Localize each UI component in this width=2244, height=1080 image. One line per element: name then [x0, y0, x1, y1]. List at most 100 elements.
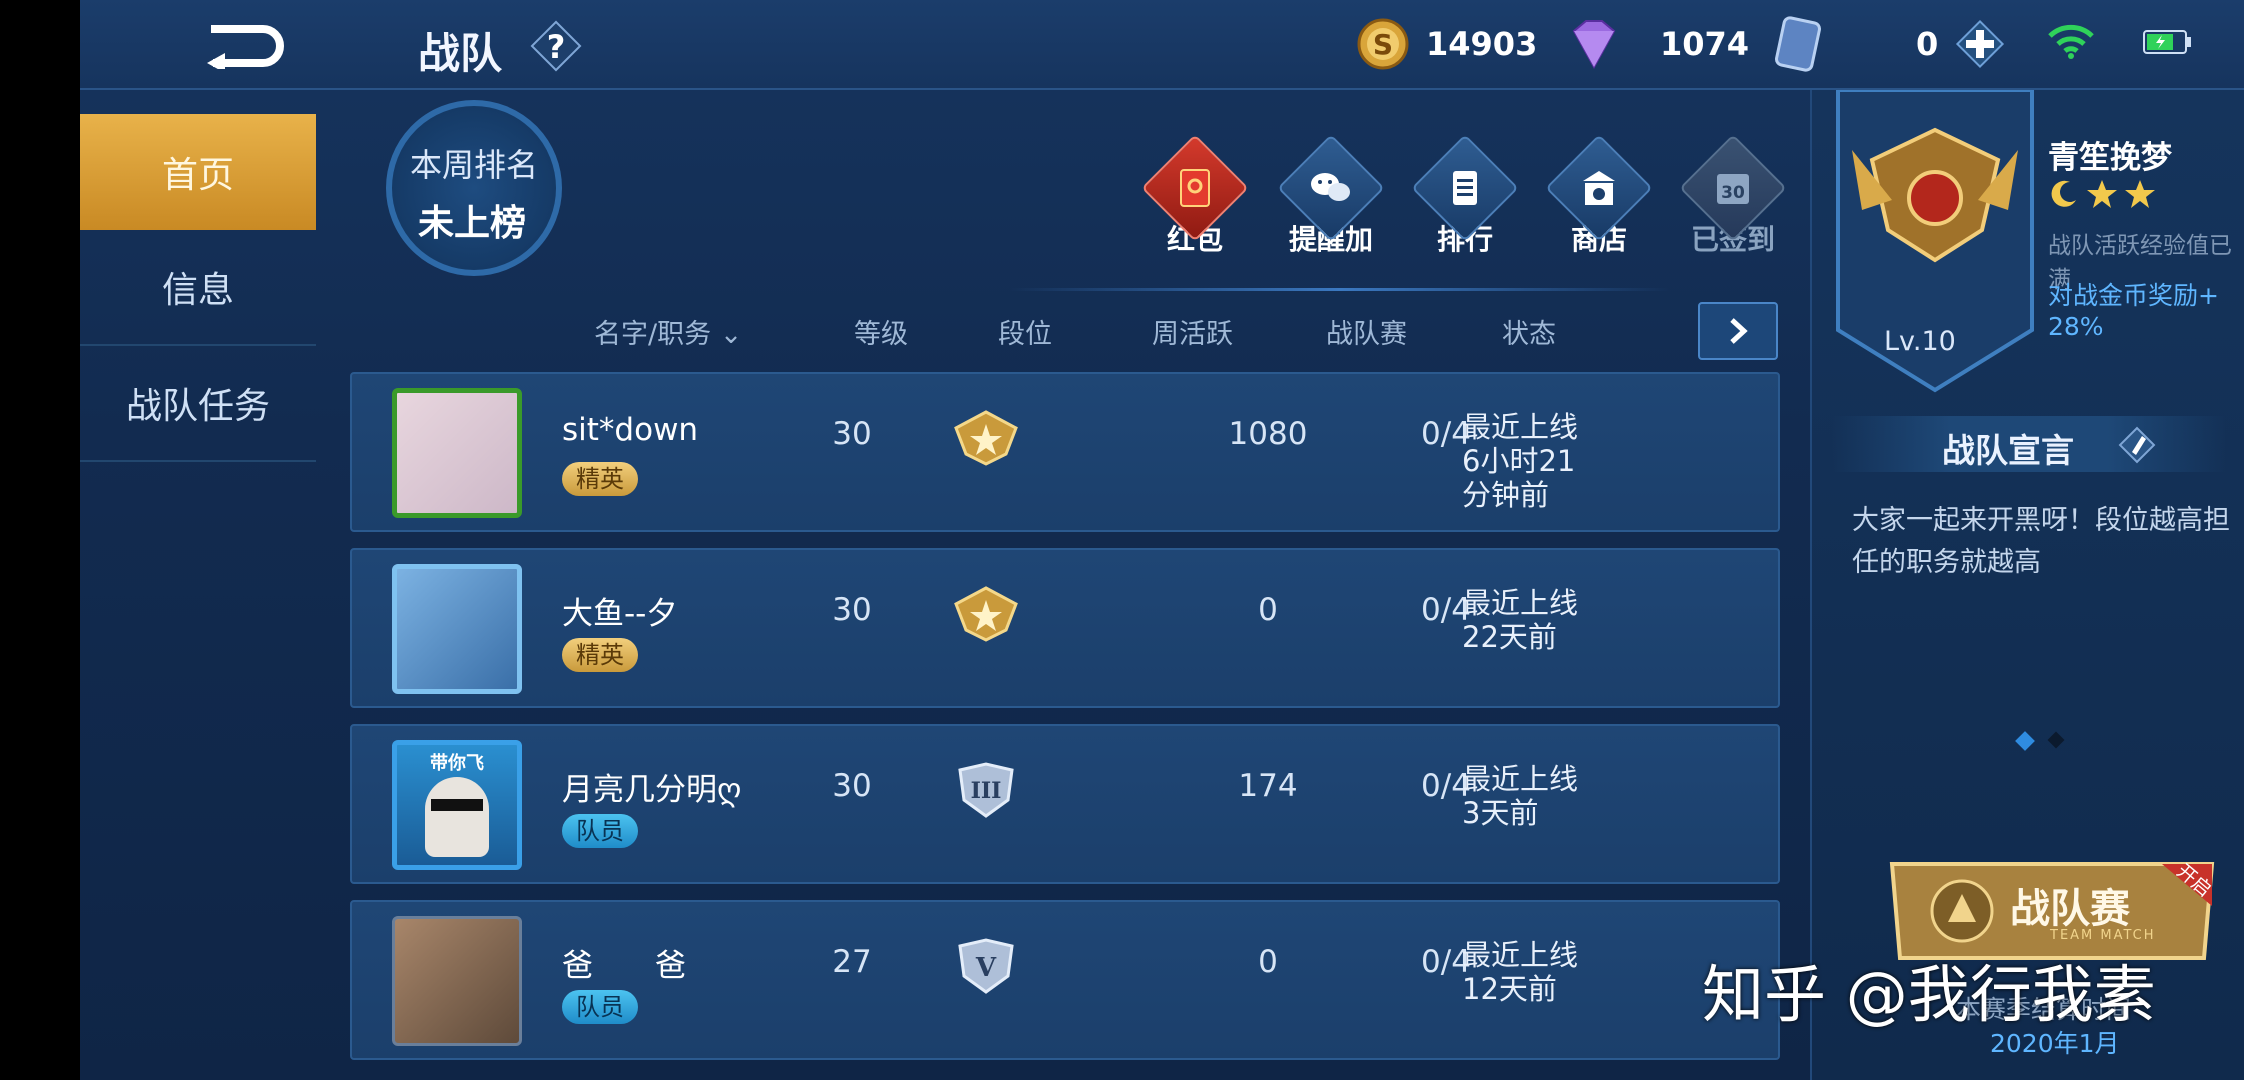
silver-rank-v-icon: V: [958, 938, 1014, 994]
page-indicator: [2015, 731, 2065, 751]
chevron-right-icon: [1730, 318, 1748, 344]
member-weekly-active: 0: [1258, 592, 1278, 628]
member-role-badge: 精英: [562, 462, 638, 496]
edit-declaration-button[interactable]: [2112, 420, 2162, 470]
help-symbol: ?: [547, 28, 566, 66]
col-rank: 段位: [998, 319, 1052, 350]
back-button[interactable]: [180, 18, 310, 74]
member-row[interactable]: 大鱼--夕 精英 30 0 0/4 最近上线 22天前: [350, 548, 1780, 708]
member-weekly-active: 0: [1258, 944, 1278, 980]
avatar-caption: 带你飞: [430, 753, 484, 774]
col-name-role: 名字/职务: [594, 319, 712, 350]
help-button[interactable]: ?: [526, 16, 586, 76]
status-line: 最近上线: [1462, 586, 1579, 620]
ticket-card-icon: [1775, 16, 1821, 72]
moon-icon: [2051, 180, 2076, 207]
member-avatar: [392, 564, 522, 694]
member-level: 30: [832, 592, 872, 628]
col-team-match: 战队赛: [1326, 319, 1407, 350]
system-status: [2046, 24, 2192, 60]
gold-currency: S 14903: [1356, 16, 1537, 72]
member-name: 爸 爸: [562, 948, 686, 984]
remind-add-button[interactable]: 提醒加: [1276, 134, 1386, 258]
col-level: 等级: [854, 319, 908, 350]
member-row[interactable]: sit*down 精英 30 1080 0/4 最近上线 6小时21 分钟前: [350, 372, 1780, 532]
red-envelope-button[interactable]: 红包: [1140, 134, 1250, 258]
member-avatar: 带你飞: [392, 740, 522, 870]
star-icon: [2087, 180, 2117, 208]
nav-home[interactable]: 首页: [80, 114, 316, 230]
check-in-days: 30: [1721, 183, 1745, 203]
member-level: 30: [832, 416, 872, 452]
status-line: 6小时21: [1462, 444, 1576, 478]
gold-bonus: 对战金币奖励+ 28%: [2048, 281, 2219, 341]
member-weekly-active: 174: [1238, 768, 1298, 804]
member-level: 30: [832, 768, 872, 804]
checked-in-button[interactable]: 30 已签到: [1678, 134, 1788, 258]
declaration-text: 大家一起来开黑呀！段位越高担任的职务就越高: [1852, 505, 2230, 578]
nav-team-tasks[interactable]: 战队任务: [80, 346, 316, 462]
gold-amount: 14903: [1426, 25, 1538, 63]
silver-rank-iii-icon: III: [958, 762, 1014, 818]
top-bar: 战队 ? S 14903 1074 0: [80, 0, 2244, 90]
team-match-subtitle: TEAM MATCH: [2050, 928, 2156, 943]
chevron-down-icon: ⌄: [719, 319, 743, 350]
page-title: 战队: [418, 29, 503, 78]
col-weekly-active: 周活跃: [1152, 319, 1233, 350]
member-avatar: [392, 916, 522, 1046]
status-line: 12天前: [1462, 972, 1557, 1006]
member-weekly-active: 1080: [1228, 416, 1308, 452]
side-nav: 首页 信息 战队任务: [80, 114, 316, 462]
team-level: Lv.10: [1884, 326, 1956, 357]
member-status: 最近上线 22天前: [1462, 586, 1662, 654]
member-avatar: [392, 388, 522, 518]
member-row[interactable]: 爸 爸 队员 27 V 0 0/4 最近上线 12天前: [350, 900, 1780, 1060]
status-line: 最近上线: [1462, 410, 1579, 444]
svg-text:III: III: [971, 778, 1002, 804]
diamond-currency: 1074: [1564, 16, 1749, 72]
wechat-link-icon: [1311, 173, 1350, 201]
plus-icon: [1956, 19, 2005, 69]
ticket-currency: 0: [1774, 16, 2008, 72]
name-role-sort[interactable]: 名字/职务 ⌄: [594, 312, 742, 351]
ranking-icon: [1453, 171, 1477, 205]
calendar-checked-icon: 30: [1717, 174, 1749, 204]
team-stars: [2048, 178, 2156, 210]
header-divider: [1010, 288, 1670, 291]
gold-rank-icon: [954, 586, 1018, 642]
shop-button[interactable]: 商店: [1544, 134, 1654, 258]
member-level: 27: [832, 944, 872, 980]
page-dot: [2047, 731, 2065, 749]
nav-home-label: 首页: [161, 155, 234, 196]
member-role-badge: 队员: [562, 990, 638, 1024]
declaration-title: 战队宣言: [1942, 431, 2074, 470]
member-row[interactable]: 带你飞 月亮几分明ღ 队员 30 III 174 0/4 最近上线 3天前: [350, 724, 1780, 884]
member-status: 最近上线 6小时21 分钟前: [1462, 410, 1662, 512]
back-arrow-icon: [207, 25, 284, 69]
member-name: 大鱼--夕: [562, 596, 678, 632]
nav-info[interactable]: 信息: [80, 230, 316, 346]
add-ticket-button[interactable]: [1952, 16, 2008, 72]
status-line: 22天前: [1462, 620, 1557, 654]
gold-coin-icon: S: [1357, 18, 1409, 70]
member-role-badge: 精英: [562, 638, 638, 672]
team-match-title: 战队赛: [2010, 886, 2130, 932]
team-screen: 战队 ? S 14903 1074 0 首页 信息 战队任务 本周排名 未上榜 …: [80, 0, 2244, 1080]
watermark: 知乎 @我行我素: [1702, 958, 2156, 1031]
diamond-amount: 1074: [1660, 25, 1750, 63]
team-name: 青笙挽梦: [2048, 140, 2172, 176]
status-line: 最近上线: [1462, 938, 1579, 972]
status-line: 分钟前: [1462, 478, 1550, 512]
diamond-icon: [1572, 20, 1616, 70]
member-role-badge: 队员: [562, 814, 638, 848]
svg-text:S: S: [1373, 28, 1393, 61]
ranking-button[interactable]: 排行: [1410, 134, 1520, 258]
status-line: 最近上线: [1462, 762, 1579, 796]
next-columns-button[interactable]: [1698, 302, 1778, 360]
weekly-rank-label: 本周排名: [410, 146, 539, 184]
member-status: 最近上线 12天前: [1462, 938, 1662, 1006]
shop-icon: [1583, 171, 1615, 205]
ticket-amount: 0: [1916, 25, 1939, 63]
nav-info-label: 信息: [161, 270, 234, 311]
nav-team-tasks-label: 战队任务: [125, 386, 270, 427]
